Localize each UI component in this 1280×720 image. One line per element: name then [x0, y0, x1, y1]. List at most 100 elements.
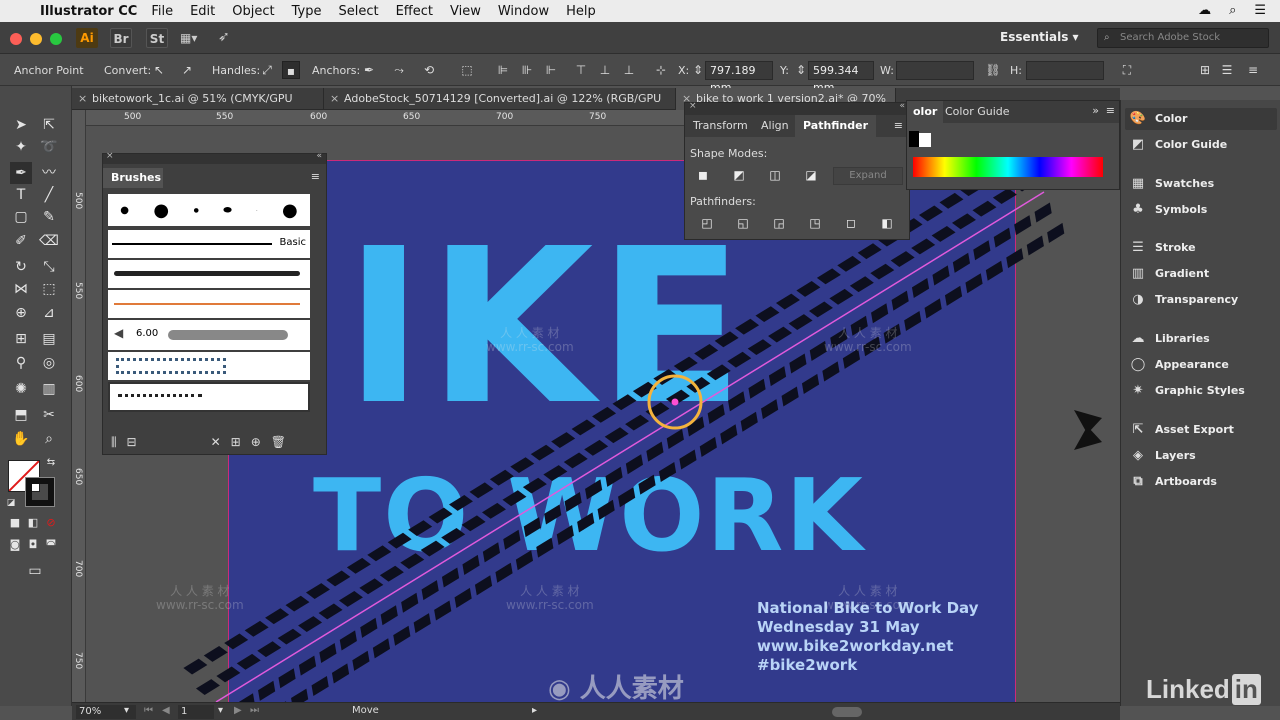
- dock-item-gradient[interactable]: ▥ Gradient: [1129, 263, 1209, 285]
- selection-tool-icon[interactable]: ➤: [10, 114, 32, 136]
- trim-icon[interactable]: ◱: [735, 215, 751, 231]
- search-adobe-stock-field[interactable]: ⌕ Search Adobe Stock: [1097, 28, 1269, 48]
- tread-brush-row[interactable]: [108, 382, 310, 412]
- swap-fill-stroke-icon[interactable]: ⇆: [44, 456, 58, 470]
- notification-center-icon[interactable]: ☰: [1254, 3, 1266, 18]
- menu-type[interactable]: Type: [292, 4, 322, 19]
- tab-color-guide[interactable]: Color Guide: [945, 105, 1010, 118]
- align-left-icon[interactable]: ⊫: [494, 61, 512, 79]
- expand-button[interactable]: Expand: [833, 167, 903, 185]
- show-handles-icon[interactable]: ⤢: [258, 61, 276, 79]
- brush-options-icon[interactable]: ⊞: [231, 435, 241, 449]
- menu-select[interactable]: Select: [338, 4, 378, 19]
- close-window-button[interactable]: [10, 33, 22, 45]
- minus-back-icon[interactable]: ◧: [879, 215, 895, 231]
- divide-icon[interactable]: ◰: [699, 215, 715, 231]
- slice-tool-icon[interactable]: ✂: [38, 404, 60, 426]
- next-artboard-icon[interactable]: ▶: [234, 705, 242, 716]
- charcoal-brush-row[interactable]: [108, 260, 310, 288]
- pen-tool-icon[interactable]: ✒: [10, 162, 32, 184]
- bridge-button[interactable]: Br: [110, 28, 132, 48]
- line-tool-icon[interactable]: ╱: [38, 184, 60, 206]
- constrain-proportions-icon[interactable]: ⛓: [984, 61, 1002, 79]
- creative-cloud-icon[interactable]: ☁: [1198, 3, 1211, 18]
- panel-menu-icon[interactable]: ≡: [1106, 104, 1115, 117]
- dock-item-symbols[interactable]: ♣ Symbols: [1129, 199, 1207, 221]
- collapse-panel-icon[interactable]: «: [316, 151, 322, 161]
- dock-item-libraries[interactable]: ☁ Libraries: [1129, 328, 1210, 350]
- delete-brush-icon[interactable]: 🗑: [271, 435, 286, 449]
- tab-pathfinder[interactable]: Pathfinder: [795, 115, 877, 137]
- shape-builder-tool-icon[interactable]: ⊕: [10, 302, 32, 324]
- brush-dot-tiny[interactable]: ●: [194, 207, 199, 214]
- close-panel-icon[interactable]: ×: [106, 151, 114, 161]
- direct-selection-tool-icon[interactable]: ⇱: [38, 114, 60, 136]
- first-artboard-icon[interactable]: ⏮: [144, 705, 153, 716]
- collapse-panel-icon[interactable]: «: [899, 101, 905, 111]
- horizontal-scrollbar-thumb[interactable]: [832, 707, 862, 717]
- gradient-mode-icon[interactable]: ◧: [26, 516, 40, 530]
- dock-item-artboards[interactable]: ⧉ Artboards: [1129, 471, 1217, 493]
- outline-icon[interactable]: ◻: [843, 215, 859, 231]
- dock-item-graphic-styles[interactable]: ✷ Graphic Styles: [1129, 380, 1245, 402]
- arrow-brush-row[interactable]: [108, 290, 310, 318]
- transform-icon[interactable]: ⛶: [1118, 61, 1136, 79]
- close-tab-icon[interactable]: ×: [78, 88, 87, 110]
- selected-path[interactable]: [215, 191, 1045, 702]
- gpu-rocket-icon[interactable]: ➶: [218, 29, 230, 45]
- tab-align[interactable]: Align: [761, 119, 789, 132]
- eyedropper-tool-icon[interactable]: ⚲: [10, 352, 32, 374]
- merge-icon[interactable]: ◲: [771, 215, 787, 231]
- dock-item-transparency[interactable]: ◑ Transparency: [1129, 289, 1238, 311]
- dock-item-color[interactable]: 🎨 Color: [1129, 108, 1187, 130]
- align-top-icon[interactable]: ⊤: [572, 61, 590, 79]
- scale-tool-icon[interactable]: ⤡: [38, 256, 60, 278]
- panel-menu-icon[interactable]: ☰: [1218, 61, 1236, 79]
- panel-drag-bar[interactable]: × «: [685, 101, 909, 115]
- x-stepper-icon[interactable]: ⇕: [693, 61, 703, 79]
- h-field[interactable]: [1026, 61, 1104, 80]
- draw-normal-icon[interactable]: ◙: [8, 538, 22, 552]
- free-transform-tool-icon[interactable]: ⬚: [38, 278, 60, 300]
- control-menu-icon[interactable]: ≡: [1244, 61, 1262, 79]
- gradient-tool-icon[interactable]: ▤: [38, 328, 60, 350]
- none-mode-icon[interactable]: ⊘: [44, 516, 58, 530]
- black-swatch[interactable]: [909, 131, 919, 147]
- artboard-dropdown-icon[interactable]: ▾: [218, 705, 223, 716]
- pattern-brush-row[interactable]: [108, 352, 310, 380]
- width-tool-icon[interactable]: ⋈: [10, 278, 32, 300]
- dock-item-stroke[interactable]: ☰ Stroke: [1129, 237, 1195, 259]
- convert-smooth-icon[interactable]: ↗: [178, 61, 196, 79]
- color-mode-icon[interactable]: ■: [8, 516, 22, 530]
- panel-drag-bar[interactable]: × «: [103, 151, 326, 164]
- collapse-panel-icon[interactable]: »: [1092, 104, 1099, 117]
- paintbrush-tool-icon[interactable]: ✎: [38, 206, 60, 228]
- brushes-tab[interactable]: Brushes: [103, 168, 163, 188]
- rotate-tool-icon[interactable]: ↻: [10, 256, 32, 278]
- menu-edit[interactable]: Edit: [190, 4, 215, 19]
- bristle-brush-row[interactable]: ◀ 6.00: [108, 320, 310, 350]
- crop-icon[interactable]: ◳: [807, 215, 823, 231]
- dock-item-appearance[interactable]: ◯ Appearance: [1129, 354, 1229, 376]
- shaper-tool-icon[interactable]: ✐: [10, 230, 32, 252]
- close-panel-icon[interactable]: ×: [689, 101, 697, 111]
- brush-dot-xl[interactable]: ●: [282, 200, 298, 221]
- connect-endpoints-icon[interactable]: ⤳: [390, 61, 408, 79]
- magic-wand-tool-icon[interactable]: ✦: [10, 136, 32, 158]
- tab-transform[interactable]: Transform: [693, 119, 748, 132]
- screen-mode-icon[interactable]: ▭: [24, 560, 46, 582]
- arrange-documents-icon[interactable]: ▦▾: [180, 31, 197, 45]
- menu-file[interactable]: File: [151, 4, 173, 19]
- align-center-icon[interactable]: ⊪: [518, 61, 536, 79]
- intersect-icon[interactable]: ◫: [767, 167, 783, 183]
- lasso-tool-icon[interactable]: ➰: [38, 136, 60, 158]
- perspective-grid-tool-icon[interactable]: ⊿: [38, 302, 60, 324]
- mesh-tool-icon[interactable]: ⊞: [10, 328, 32, 350]
- status-tool-label[interactable]: Move: [352, 705, 379, 716]
- panel-menu-icon[interactable]: ≡: [311, 170, 320, 183]
- status-menu-icon[interactable]: ▸: [532, 705, 537, 716]
- tab-biketowork[interactable]: ×biketowork_1c.ai @ 51% (CMYK/GPU Previe…: [72, 88, 324, 127]
- exclude-icon[interactable]: ◪: [803, 167, 819, 183]
- dock-item-swatches[interactable]: ▦ Swatches: [1129, 173, 1214, 195]
- brush-dot-large[interactable]: ●: [153, 200, 169, 221]
